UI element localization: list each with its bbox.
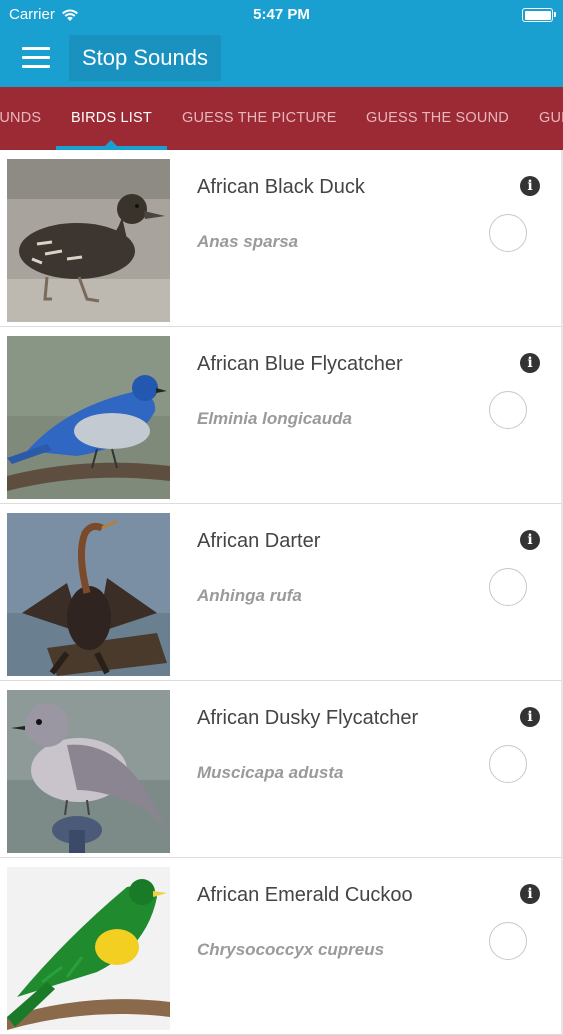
battery-icon bbox=[522, 8, 556, 22]
stop-sounds-button[interactable]: Stop Sounds bbox=[69, 35, 221, 81]
info-icon[interactable]: i bbox=[520, 707, 540, 727]
bird-name: African Emerald Cuckoo bbox=[197, 884, 413, 906]
select-radio[interactable] bbox=[489, 391, 527, 429]
list-item[interactable]: African Dusky Flycatcher Muscicapa adust… bbox=[0, 681, 563, 858]
info-icon[interactable]: i bbox=[520, 176, 540, 196]
select-radio[interactable] bbox=[489, 745, 527, 783]
list-item[interactable]: African Blue Flycatcher Elminia longicau… bbox=[0, 327, 563, 504]
select-radio[interactable] bbox=[489, 214, 527, 252]
list-item[interactable]: African Black Duck Anas sparsa i bbox=[0, 150, 563, 327]
birds-list: African Black Duck Anas sparsa i African… bbox=[0, 150, 563, 1035]
info-icon[interactable]: i bbox=[520, 530, 540, 550]
tab-bar: SOUNDS BIRDS LIST GUESS THE PICTURE GUES… bbox=[0, 87, 563, 150]
info-icon[interactable]: i bbox=[520, 884, 540, 904]
bird-latin-name: Chrysococcyx cupreus bbox=[197, 940, 385, 959]
info-icon[interactable]: i bbox=[520, 353, 540, 373]
status-bar: Carrier 5:47 PM bbox=[0, 0, 563, 30]
tab-sounds[interactable]: SOUNDS bbox=[0, 87, 41, 150]
bird-latin-name: Anhinga rufa bbox=[197, 586, 302, 605]
bird-name: African Blue Flycatcher bbox=[197, 353, 403, 375]
tab-guess-more[interactable]: GUESS bbox=[539, 87, 563, 150]
bird-photo bbox=[7, 159, 170, 322]
clock: 5:47 PM bbox=[253, 6, 310, 23]
list-item[interactable]: African Emerald Cuckoo Chrysococcyx cupr… bbox=[0, 858, 563, 1035]
list-item[interactable]: African Darter Anhinga rufa i bbox=[0, 504, 563, 681]
select-radio[interactable] bbox=[489, 922, 527, 960]
tab-guess-the-picture[interactable]: GUESS THE PICTURE bbox=[182, 87, 337, 150]
bird-latin-name: Elminia longicauda bbox=[197, 409, 352, 428]
bird-name: African Black Duck bbox=[197, 176, 365, 198]
bird-name: African Dusky Flycatcher bbox=[197, 707, 419, 729]
tab-guess-the-sound[interactable]: GUESS THE SOUND bbox=[366, 87, 509, 150]
bird-photo bbox=[7, 690, 170, 853]
hamburger-menu-icon[interactable] bbox=[22, 47, 50, 69]
bird-photo bbox=[7, 336, 170, 499]
bird-photo bbox=[7, 513, 170, 676]
app-bar: Stop Sounds bbox=[0, 30, 563, 87]
bird-latin-name: Muscicapa adusta bbox=[197, 763, 344, 782]
select-radio[interactable] bbox=[489, 568, 527, 606]
bird-photo bbox=[7, 867, 170, 1030]
bird-name: African Darter bbox=[197, 530, 321, 552]
bird-latin-name: Anas sparsa bbox=[197, 232, 299, 251]
